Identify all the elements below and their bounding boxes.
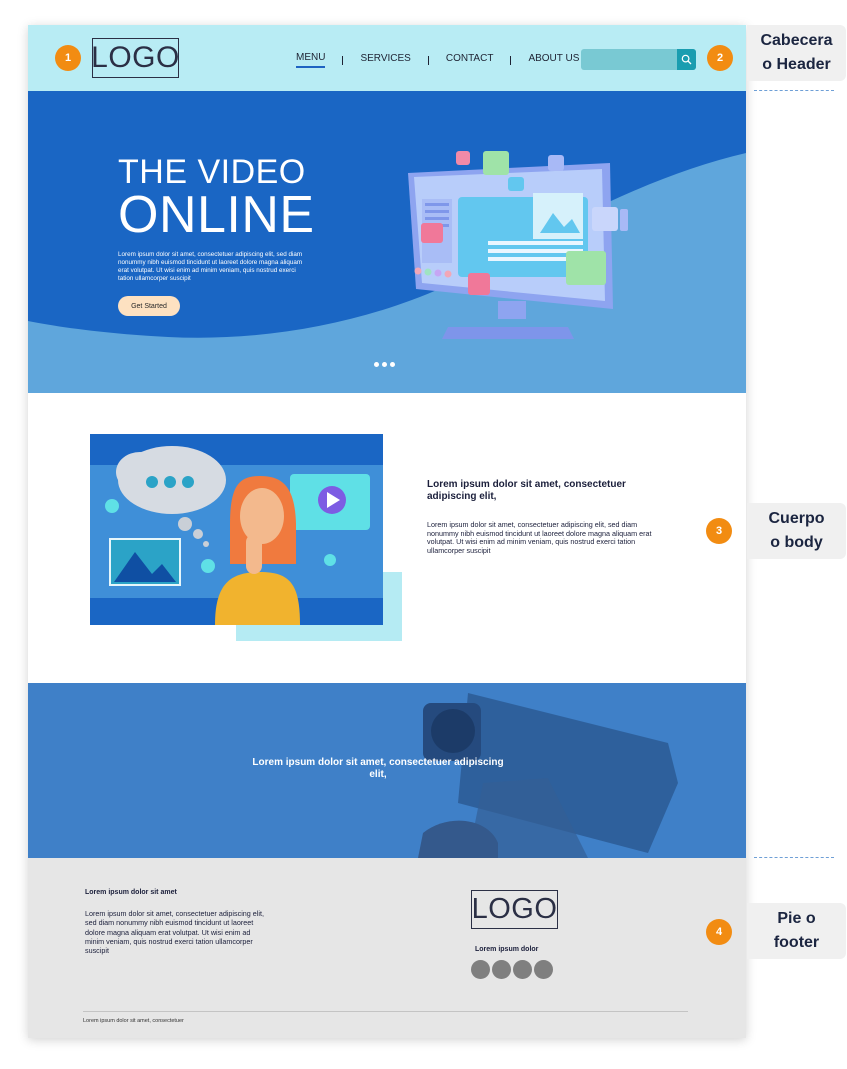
social-icon[interactable] bbox=[492, 960, 511, 979]
search-number-badge: 2 bbox=[707, 45, 733, 71]
feature-title: Lorem ipsum dolor sit amet, consectetuer… bbox=[427, 479, 626, 502]
footer-title: Lorem ipsum dolor sit amet bbox=[85, 889, 177, 896]
nav-contact[interactable]: CONTACT bbox=[446, 53, 494, 67]
footer-divider bbox=[83, 1011, 688, 1012]
hero-title-line2: ONLINE bbox=[118, 186, 315, 244]
thinking-girl-illustration bbox=[90, 434, 383, 625]
header-annotation: Cabecera o Header bbox=[747, 25, 846, 81]
nav-menu[interactable]: MENU bbox=[296, 52, 326, 68]
body-annotation-line2: o body bbox=[770, 534, 823, 551]
carousel-dot[interactable] bbox=[374, 362, 379, 367]
footer-annotation-line2: footer bbox=[773, 934, 820, 951]
header-logo[interactable]: LOGO bbox=[91, 38, 179, 78]
nav-about-us[interactable]: ABOUT US bbox=[528, 53, 579, 67]
footer-annotation-line1: Pie o bbox=[777, 910, 816, 927]
hero-description: Lorem ipsum dolor sit amet, consectetuer… bbox=[118, 251, 303, 282]
social-links bbox=[471, 960, 553, 979]
feature-image bbox=[90, 434, 383, 625]
social-icon[interactable] bbox=[471, 960, 490, 979]
footer-description: Lorem ipsum dolor sit amet, consectetuer… bbox=[85, 909, 264, 956]
search-input[interactable] bbox=[581, 49, 696, 70]
nav-divider bbox=[510, 55, 512, 65]
feature-description: Lorem ipsum dolor sit amet, consectetuer… bbox=[427, 520, 652, 556]
banner-text: Lorem ipsum dolor sit amet, consectetuer… bbox=[252, 757, 504, 780]
search-icon bbox=[681, 54, 692, 65]
carousel-dot[interactable] bbox=[390, 362, 395, 367]
body-annotation: Cuerpo o body bbox=[747, 503, 846, 559]
social-icon[interactable] bbox=[513, 960, 532, 979]
site-header: 1 LOGO MENU SERVICES CONTACT ABOUT US 2 bbox=[28, 25, 746, 91]
footer-copyright: Lorem ipsum dolor sit amet, consectetuer bbox=[83, 1018, 184, 1024]
computer-illustration bbox=[408, 151, 628, 339]
header-number-badge: 1 bbox=[55, 45, 81, 71]
carousel-dots[interactable] bbox=[374, 362, 395, 367]
social-icon[interactable] bbox=[534, 960, 553, 979]
header-annotation-line1: Cabecera bbox=[760, 32, 833, 49]
footer-number-badge: 4 bbox=[706, 919, 732, 945]
nav-divider bbox=[427, 55, 429, 65]
site-footer: Lorem ipsum dolor sit amet Lorem ipsum d… bbox=[28, 858, 746, 1038]
body-number-badge: 3 bbox=[706, 518, 732, 544]
nav-services[interactable]: SERVICES bbox=[360, 53, 410, 67]
nav-divider bbox=[342, 55, 344, 65]
hero-banner: THE VIDEO ONLINE Lorem ipsum dolor sit a… bbox=[28, 91, 746, 393]
footer-annotation: Pie o footer bbox=[747, 903, 846, 959]
footer-logo-caption: Lorem ipsum dolor bbox=[475, 946, 539, 953]
video-camera-banner: Lorem ipsum dolor sit amet, consectetuer… bbox=[28, 683, 746, 858]
body-boundary-line bbox=[754, 857, 834, 858]
get-started-button[interactable]: Get Started bbox=[118, 296, 180, 316]
carousel-dot[interactable] bbox=[382, 362, 387, 367]
body-annotation-line1: Cuerpo bbox=[768, 510, 825, 527]
header-boundary-line bbox=[754, 90, 834, 91]
main-nav: MENU SERVICES CONTACT ABOUT US bbox=[296, 52, 579, 68]
search-button[interactable] bbox=[677, 49, 696, 70]
footer-logo[interactable]: LOGO bbox=[471, 890, 558, 929]
header-annotation-line2: o Header bbox=[762, 56, 831, 73]
website-wireframe: 1 LOGO MENU SERVICES CONTACT ABOUT US 2 bbox=[28, 25, 746, 1038]
